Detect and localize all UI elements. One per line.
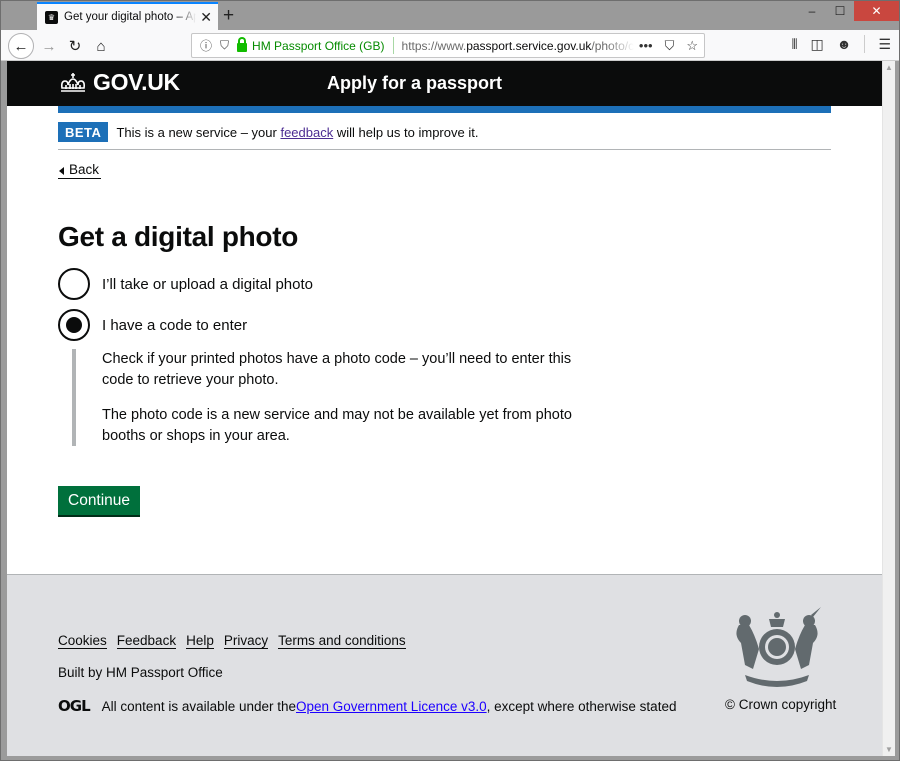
footer: Cookies Feedback Help Privacy Terms and … (7, 574, 882, 756)
url-text[interactable]: https://www.passport.service.gov.uk/phot… (402, 39, 634, 53)
site-identity[interactable]: HM Passport Office (GB) (252, 39, 384, 53)
feedback-link[interactable]: feedback (280, 125, 333, 140)
hamburger-menu-icon[interactable]: ☰ (878, 36, 891, 53)
govuk-header: GOV.UK Apply for a passport (7, 61, 882, 106)
url-domain: passport.service.gov.uk (466, 38, 592, 53)
page-actions-more-icon[interactable]: ••• (639, 38, 653, 53)
tracking-shield-icon[interactable]: ⛉ (220, 38, 229, 53)
tab-strip: ♛ Get your digital photo – Apply for a p… (1, 1, 899, 30)
scroll-up-icon[interactable]: ▲ (885, 63, 893, 72)
scroll-down-icon[interactable]: ▼ (885, 745, 893, 754)
reload-icon[interactable]: ↻ (62, 33, 88, 59)
lock-icon[interactable] (237, 37, 248, 52)
footer-link-cookies[interactable]: Cookies (58, 633, 107, 649)
close-tab-icon[interactable]: ✕ (200, 9, 212, 26)
footer-links: Cookies Feedback Help Privacy Terms and … (58, 633, 406, 649)
url-path: /photo/choose (591, 38, 634, 53)
beta-text-before: This is a new service – your (116, 124, 281, 140)
library-icon[interactable]: ⫴ (792, 36, 798, 53)
url-actions: ••• ⛉ ☆ (639, 38, 704, 54)
browser-window: ♛ Get your digital photo – Apply for a p… (0, 0, 900, 761)
beta-tag: BETA (58, 122, 109, 142)
phase-banner: BETA This is a new service – your feedba… (58, 113, 831, 150)
radio-have-code[interactable]: I have a code to enter (58, 309, 247, 341)
window-controls: – ☐ ✕ (798, 1, 899, 21)
pocket-icon[interactable]: ⛉ (665, 38, 675, 54)
footer-link-privacy[interactable]: Privacy (223, 633, 269, 649)
window-close-icon[interactable]: ✕ (854, 1, 899, 21)
logo-text: GOV.UK (93, 69, 180, 95)
toolbar-right: ⫴ ◫ ☻ ☰ (792, 35, 891, 53)
beta-text: This is a new service – your feedback wi… (116, 125, 478, 140)
footer-link-help[interactable]: Help (186, 633, 214, 649)
conditional-reveal: Check if your printed photos have a phot… (72, 349, 572, 446)
page-title: Get a digital photo (58, 221, 299, 252)
main-container: BETA This is a new service – your feedba… (58, 113, 831, 515)
back-link[interactable]: Back (58, 162, 102, 179)
royal-coat-of-arms-icon (736, 607, 821, 687)
beta-text-after: will help us to improve it. (333, 124, 479, 140)
new-tab-plus-icon[interactable]: + (223, 5, 234, 27)
sidebar-icon[interactable]: ◫ (810, 36, 823, 53)
licence-link[interactable]: Open Government Licence v3.0 (296, 699, 487, 714)
toolbar-separator (864, 35, 866, 53)
navigation-toolbar: ← → ↻ ⌂ ⓘ ⛉ HM Passport Office (GB) http… (1, 30, 899, 61)
conditional-text: The photo code is a new service and may … (102, 407, 572, 444)
radio-button-checked[interactable] (58, 309, 90, 341)
account-icon[interactable]: ☻ (837, 36, 852, 52)
vertical-scrollbar[interactable]: ▲ ▼ (882, 61, 895, 756)
service-name-link[interactable]: Apply for a passport (327, 73, 502, 94)
licence-row: OGL All content is available under the O… (58, 697, 676, 715)
licence-text-after: , except where otherwise stated (486, 698, 677, 714)
crown-icon (61, 72, 85, 92)
url-prefix: https://www. (401, 38, 467, 53)
address-bar[interactable]: ⓘ ⛉ HM Passport Office (GB) https://www.… (191, 33, 705, 58)
footer-link-terms[interactable]: Terms and conditions (278, 633, 406, 649)
page-viewport: GOV.UK Apply for a passport BETA This is… (7, 61, 882, 756)
header-blue-bar (58, 106, 831, 113)
back-arrow-icon[interactable]: ← (8, 33, 34, 59)
built-by-text: Built by HM Passport Office (58, 665, 223, 680)
continue-button[interactable]: Continue (58, 486, 141, 515)
forward-arrow-icon[interactable]: → (36, 33, 62, 59)
govuk-logo-link[interactable]: GOV.UK (58, 69, 180, 96)
info-icon[interactable]: ⓘ (200, 37, 212, 54)
radio-label[interactable]: I have a code to enter (102, 317, 247, 334)
home-icon[interactable]: ⌂ (88, 33, 114, 59)
radio-button-unchecked[interactable] (58, 268, 90, 300)
govuk-favicon-icon: ♛ (45, 10, 58, 24)
browser-tab-active[interactable]: ♛ Get your digital photo – Apply for a p… (37, 2, 218, 30)
licence-text-before: All content is available under the (101, 698, 296, 714)
radio-label[interactable]: I’ll take or upload a digital photo (102, 276, 313, 293)
tab-title: Get your digital photo – Apply for a pas… (64, 11, 196, 23)
minimize-icon[interactable]: – (798, 1, 826, 21)
maximize-icon[interactable]: ☐ (826, 1, 854, 21)
bookmark-star-icon[interactable]: ☆ (686, 38, 698, 54)
crown-copyright[interactable]: © Crown copyright (725, 697, 836, 712)
radio-take-or-upload[interactable]: I’ll take or upload a digital photo (58, 268, 313, 300)
footer-link-feedback[interactable]: Feedback (116, 633, 177, 649)
conditional-text: Check if your printed photos have a phot… (102, 351, 572, 388)
url-separator (392, 37, 394, 54)
ogl-logo-icon: OGL (58, 697, 91, 715)
